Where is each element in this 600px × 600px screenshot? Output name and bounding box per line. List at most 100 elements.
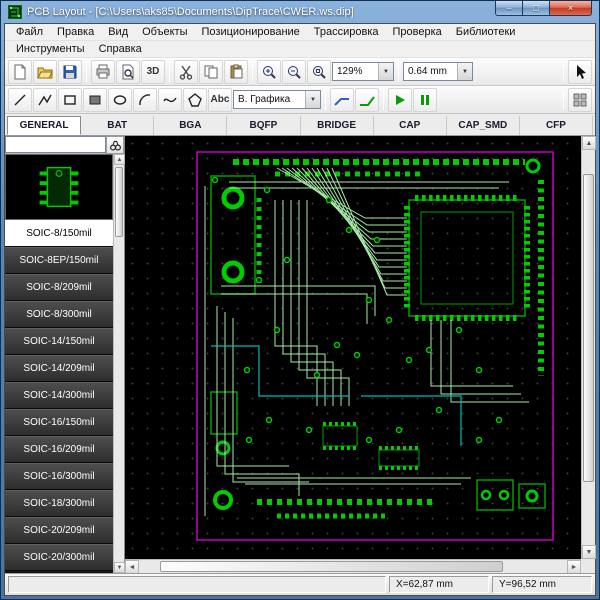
menu-item-objects[interactable]: Объекты — [135, 26, 194, 38]
filled-rectangle-tool-button[interactable] — [83, 88, 107, 112]
close-button[interactable]: × — [550, 1, 592, 16]
menu-item-positioning[interactable]: Позиционирование — [195, 26, 307, 38]
open-button[interactable] — [33, 60, 57, 84]
canvas-hscroll-thumb[interactable] — [160, 561, 502, 572]
arc-tool-button[interactable] — [133, 88, 157, 112]
soic-chip-icon — [28, 159, 90, 215]
footprint-item[interactable]: SOIC-8/150mil — [5, 220, 113, 247]
line-tool-button[interactable] — [8, 88, 32, 112]
sidebar-scroll-track[interactable] — [114, 165, 124, 562]
menu-item-file[interactable]: Файл — [9, 26, 50, 38]
tab-cap-smd[interactable]: CAP_SMD — [447, 116, 520, 135]
scroll-left-button[interactable]: ◄ — [125, 560, 139, 574]
tab-bridge[interactable]: BRIDGE — [301, 116, 374, 135]
tab-bqfp[interactable]: BQFP — [227, 116, 300, 135]
tab-cap[interactable]: CAP — [374, 116, 447, 135]
print-preview-button[interactable] — [116, 60, 140, 84]
arc-icon — [137, 92, 153, 108]
menu-item-view[interactable]: Вид — [101, 26, 135, 38]
layer-combo[interactable]: В. Графика ▼ — [233, 90, 321, 109]
close-icon: × — [568, 4, 573, 13]
menu-item-help[interactable]: Справка — [92, 43, 149, 55]
print-button[interactable] — [91, 60, 115, 84]
spline-tool-button[interactable] — [158, 88, 182, 112]
scroll-right-button[interactable]: ► — [567, 560, 581, 574]
footprint-item[interactable]: SOIC-16/300mil — [5, 463, 113, 490]
combo-arrow-icon[interactable]: ▼ — [457, 63, 472, 80]
scroll-down-icon: ▼ — [117, 565, 123, 571]
panels-toggle-button[interactable] — [568, 88, 592, 112]
toolbar-separator — [325, 90, 326, 110]
footprint-item[interactable]: SOIC-20/209mil — [5, 517, 113, 544]
tab-bat[interactable]: BAT — [81, 116, 154, 135]
footprint-item[interactable]: SOIC-16/150mil — [5, 409, 113, 436]
menu-item-edit[interactable]: Правка — [50, 26, 101, 38]
toolbar-separator — [563, 62, 564, 82]
content-area: SOIC-8/150mil SOIC-8EP/150mil SOIC-8/209… — [5, 136, 595, 573]
pcb-canvas[interactable] — [125, 136, 581, 559]
search-button[interactable] — [106, 136, 124, 154]
scroll-left-icon: ◄ — [129, 564, 136, 571]
footprint-item[interactable]: SOIC-18/300mil — [5, 490, 113, 517]
toolbar-separator — [383, 90, 384, 110]
scroll-up-button[interactable]: ▲ — [582, 136, 596, 150]
zoom-level-combo[interactable]: 129% ▼ — [332, 62, 394, 81]
search-input[interactable] — [5, 136, 106, 153]
footprint-item[interactable]: SOIC-8/300mil — [5, 301, 113, 328]
scroll-down-button[interactable]: ▼ — [114, 562, 125, 573]
canvas-horizontal-scrollbar[interactable]: ◄ ► — [125, 559, 581, 573]
footprint-item[interactable]: SOIC-14/150mil — [5, 328, 113, 355]
footprint-item[interactable]: SOIC-8EP/150mil — [5, 247, 113, 274]
save-button[interactable] — [58, 60, 82, 84]
panels-grid-icon — [572, 92, 588, 108]
tab-bga[interactable]: BGA — [154, 116, 227, 135]
run-autoroute-button[interactable] — [388, 88, 412, 112]
copy-button[interactable] — [199, 60, 223, 84]
select-tool-button[interactable] — [568, 60, 592, 84]
view-3d-button[interactable]: 3D — [141, 60, 165, 84]
sidebar-scroll-thumb[interactable] — [115, 167, 123, 237]
maximize-icon: □ — [533, 4, 538, 13]
footprint-item[interactable]: SOIC-14/209mil — [5, 355, 113, 382]
zoom-out-button[interactable] — [282, 60, 306, 84]
sidebar-scrollbar[interactable]: ▲ ▼ — [113, 154, 124, 573]
footprint-item[interactable]: SOIC-14/300mil — [5, 382, 113, 409]
scroll-up-button[interactable]: ▲ — [114, 154, 125, 165]
canvas-hscroll-track[interactable] — [139, 560, 567, 573]
footprint-preview — [5, 154, 113, 220]
combo-arrow-icon[interactable]: ▼ — [305, 91, 320, 108]
minimize-button[interactable]: – — [495, 1, 523, 16]
zoom-in-button[interactable] — [257, 60, 281, 84]
layer-value: В. Графика — [234, 94, 305, 105]
canvas-vertical-scrollbar[interactable]: ▲ ▼ — [581, 136, 595, 559]
combo-arrow-icon[interactable]: ▼ — [378, 63, 393, 80]
cut-button[interactable] — [174, 60, 198, 84]
footprint-item[interactable]: SOIC-20/300mil — [5, 544, 113, 571]
menu-item-routing[interactable]: Трассировка — [307, 26, 386, 38]
smart-route-button[interactable] — [355, 88, 379, 112]
pause-icon — [417, 92, 433, 108]
scroll-down-button[interactable]: ▼ — [582, 545, 596, 559]
canvas-vscroll-track[interactable] — [582, 150, 595, 545]
menu-item-library[interactable]: Библиотеки — [449, 26, 523, 38]
polygon-tool-button[interactable] — [183, 88, 207, 112]
polyline-tool-button[interactable] — [33, 88, 57, 112]
ellipse-tool-button[interactable] — [108, 88, 132, 112]
paste-button[interactable] — [224, 60, 248, 84]
tab-general[interactable]: GENERAL — [7, 116, 81, 135]
menu-item-verification[interactable]: Проверка — [386, 26, 449, 38]
tab-cfp[interactable]: CFP — [520, 116, 593, 135]
title-bar[interactable]: PCB Layout - [C:\Users\aks85\Documents\D… — [4, 1, 596, 23]
canvas-vscroll-thumb[interactable] — [583, 174, 594, 482]
zoom-window-button[interactable] — [307, 60, 331, 84]
footprint-item[interactable]: SOIC-8/209mil — [5, 274, 113, 301]
text-tool-button[interactable]: Abc — [208, 88, 232, 112]
new-button[interactable] — [8, 60, 32, 84]
rectangle-tool-button[interactable] — [58, 88, 82, 112]
grid-size-combo[interactable]: 0.64 mm ▼ — [403, 62, 473, 81]
maximize-button[interactable]: □ — [523, 1, 550, 16]
footprint-item[interactable]: SOIC-16/209mil — [5, 436, 113, 463]
manual-route-button[interactable] — [330, 88, 354, 112]
pause-autoroute-button[interactable] — [413, 88, 437, 112]
menu-item-tools[interactable]: Инструменты — [9, 43, 92, 55]
